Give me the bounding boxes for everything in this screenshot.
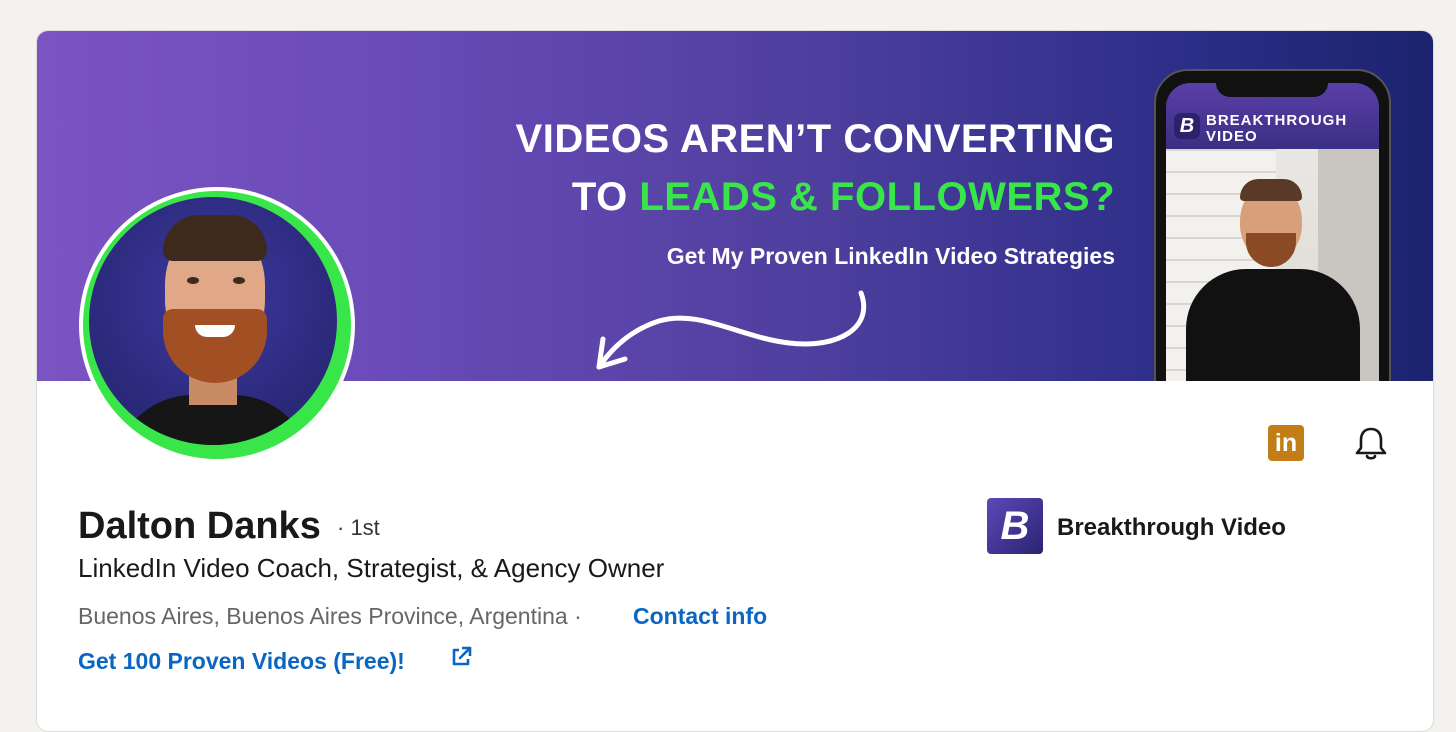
company-name: Breakthrough Video xyxy=(1057,514,1286,541)
phone-screen: B BREAKTHROUGH VIDEO xyxy=(1166,83,1379,381)
banner-headline-line2: TO LEADS & FOLLOWERS? xyxy=(572,175,1115,220)
connection-degree: · 1st xyxy=(337,515,380,540)
linkedin-icon[interactable]: in xyxy=(1268,425,1304,461)
bell-icon-glyph xyxy=(1355,427,1387,460)
external-link-icon[interactable] xyxy=(449,645,473,669)
person-hair xyxy=(1240,179,1302,201)
current-company[interactable]: B Breakthrough Video xyxy=(987,498,1327,556)
profile-card: VIDEOS AREN’T CONVERTING TO LEADS & FOLL… xyxy=(36,30,1434,732)
avatar-hair xyxy=(163,215,267,261)
banner-headline-highlight: LEADS & FOLLOWERS? xyxy=(639,175,1115,219)
banner-subtitle: Get My Proven LinkedIn Video Strategies xyxy=(666,243,1115,269)
phone-brand-logo: B xyxy=(1174,113,1200,139)
phone-brand-name: BREAKTHROUGH VIDEO xyxy=(1206,112,1348,145)
bell-icon[interactable] xyxy=(1353,425,1389,461)
avatar-eye-right xyxy=(233,277,245,284)
avatar-smile xyxy=(195,325,235,337)
company-logo: B xyxy=(987,498,1043,554)
profile-headline: LinkedIn Video Coach, Strategist, & Agen… xyxy=(78,553,665,583)
profile-name: Dalton Danks xyxy=(78,505,321,547)
avatar-eye-left xyxy=(187,277,199,284)
website-link[interactable]: Get 100 Proven Videos (Free)! xyxy=(78,648,405,675)
avatar-photo xyxy=(89,197,337,445)
person-body xyxy=(1186,269,1360,381)
avatar-beard xyxy=(163,309,267,383)
profile-avatar[interactable] xyxy=(79,187,355,463)
banner-headline-prefix: TO xyxy=(571,175,640,219)
banner-headline-line1: VIDEOS AREN’T CONVERTING xyxy=(515,117,1115,161)
phone-mockup: B BREAKTHROUGH VIDEO xyxy=(1154,69,1391,381)
profile-location: Buenos Aires, Buenos Aires Province, Arg… xyxy=(78,603,582,629)
contact-info-link[interactable]: Contact info xyxy=(633,603,767,630)
curved-arrow-icon xyxy=(596,290,867,370)
phone-notch xyxy=(1216,79,1328,97)
